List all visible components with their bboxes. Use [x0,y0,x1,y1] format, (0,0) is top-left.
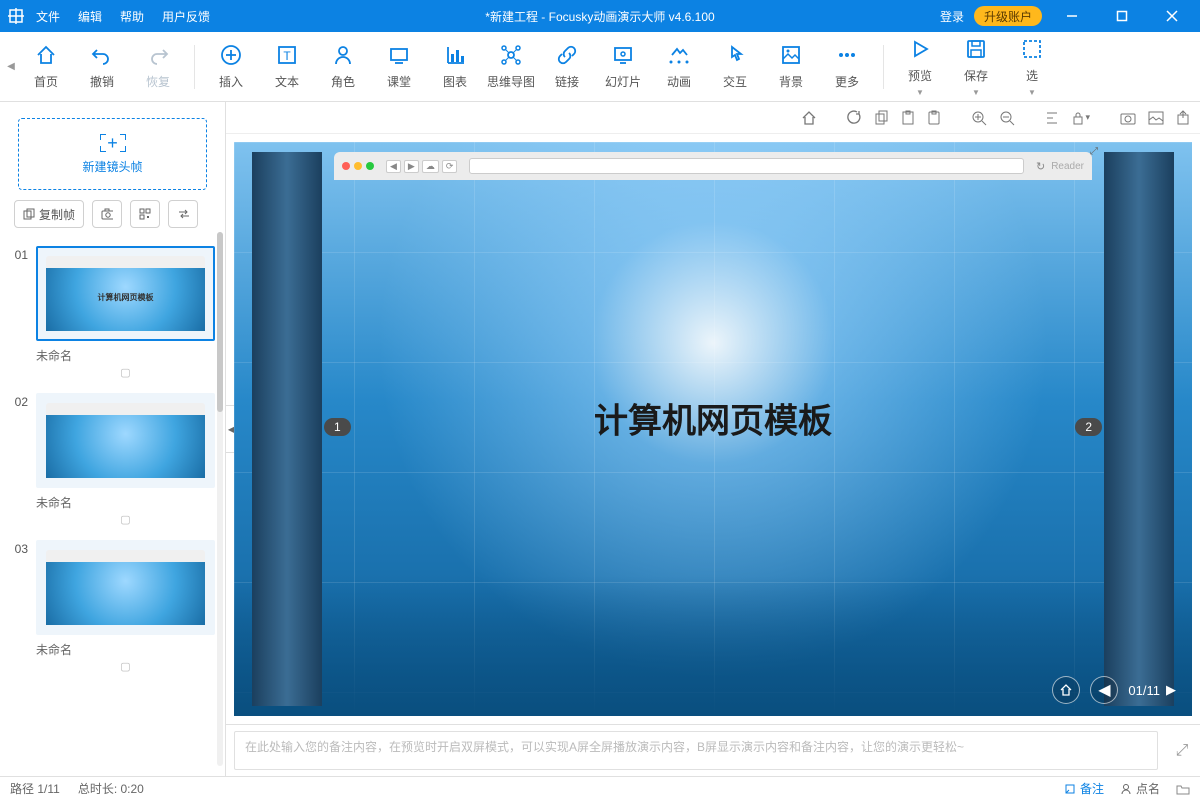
titlebar: 文件 编辑 帮助 用户反馈 *新建工程 - Focusky动画演示大师 v4.6… [0,0,1200,32]
slide-thumbnail[interactable]: 03 未命名 ▢ [10,540,215,681]
new-frame-label: 新建镜头帧 [82,158,142,175]
toolbar-overflow-fade [1170,32,1200,101]
toolbar-class-button[interactable]: 课堂 [371,37,427,97]
status-path: 路径 1/11 [10,780,60,797]
timer-icon: ▢ [36,511,215,534]
nav-prev-button[interactable]: ◀ [1090,676,1118,704]
minimize-button[interactable] [1052,0,1092,32]
menu-feedback[interactable]: 用户反馈 [162,8,210,25]
menu-bar: 文件 编辑 帮助 用户反馈 [36,8,210,25]
toolbar-bg-button[interactable]: 背景 [763,37,819,97]
slide-number: 02 [10,393,28,534]
slide-sidebar: + 新建镜头帧 复制帧 01 计算机网页模板 未命名 ▢ 02 未命名 ▢ 03… [0,102,226,776]
toolbar-select-button[interactable]: 选▼ [1004,37,1060,97]
toolbar-save-button[interactable]: 保存▼ [948,37,1004,97]
rotate-left-icon[interactable] [847,110,863,126]
home-icon[interactable] [801,110,817,126]
toolbar-preview-button[interactable]: 预览▼ [892,37,948,97]
zoom-out-icon[interactable] [999,110,1015,126]
svg-text:T: T [283,49,291,63]
toolbar-mindmap-button[interactable]: 思维导图 [483,37,539,97]
expand-icon: ⤢ [1090,146,1098,157]
swap-button[interactable] [168,200,198,228]
notes-expand-button[interactable]: ⤢ [1164,725,1200,776]
export-icon[interactable] [1176,110,1190,126]
slide-number: 03 [10,540,28,681]
new-frame-button[interactable]: + 新建镜头帧 [18,118,207,190]
slide-headline[interactable]: 计算机网页模板 [234,393,1192,442]
toolbar-home-button[interactable]: 首页 [18,37,74,97]
toolbar-chart-button[interactable]: 图表 [427,37,483,97]
notes-input[interactable]: 在此处输入您的备注内容，在预览时开启双屏模式，可以实现A屏全屏播放演示内容，B屏… [234,731,1158,770]
copy-icon[interactable] [875,110,889,126]
menu-file[interactable]: 文件 [36,8,60,25]
slide-title: 未命名 [36,641,215,658]
browser-chrome-mock: ◀▶☁⟳ ↻ Reader ⤢ [334,152,1092,180]
maximize-button[interactable] [1102,0,1142,32]
menu-help[interactable]: 帮助 [120,8,144,25]
lock-icon[interactable]: ▾ [1071,110,1090,126]
toolbar-anim-button[interactable]: 动画 [651,37,707,97]
status-folder-icon[interactable] [1176,783,1190,795]
clipboard-icon[interactable] [927,110,941,126]
close-button[interactable] [1152,0,1192,32]
notes-bar: 在此处输入您的备注内容，在预览时开启双屏模式，可以实现A屏全屏播放演示内容，B屏… [226,724,1200,776]
toolbar-slide-button[interactable]: 幻灯片 [595,37,651,97]
stage[interactable]: ◀▶☁⟳ ↻ Reader ⤢ 1 2 计算机网页模板 ◀ 01/11▶ [234,142,1192,716]
menu-edit[interactable]: 编辑 [78,8,102,25]
page-indicator: 01/11 [1128,683,1160,698]
qr-button[interactable] [130,200,160,228]
upgrade-button[interactable]: 升级账户 [974,6,1042,26]
attention-link[interactable]: 点名 [1120,780,1160,797]
camera-icon[interactable] [1120,111,1136,125]
copy-frame-button[interactable]: 复制帧 [14,200,84,228]
toolbar-separator [194,45,195,89]
nav-home-button[interactable] [1052,676,1080,704]
login-link[interactable]: 登录 [940,8,964,25]
window-title: *新建工程 - Focusky动画演示大师 v4.6.100 [485,8,714,25]
toolbar-interact-button[interactable]: 交互 [707,37,763,97]
canvas-nav: ◀ 01/11▶ [1052,676,1176,704]
canvas-toolbar: ▾ [226,102,1200,134]
app-logo [0,8,32,24]
sidebar-tools: 复制帧 [0,200,225,238]
slide-thumbnail[interactable]: 01 计算机网页模板 未命名 ▢ [10,246,215,387]
toolbar-redo-button[interactable]: 恢复 [130,37,186,97]
canvas-area: ▾ ◀ ◀▶☁⟳ ↻ Reader ⤢ 1 [226,102,1200,776]
zoom-in-icon[interactable] [971,110,987,126]
toolbar-undo-button[interactable]: 撤销 [74,37,130,97]
camera-button[interactable] [92,200,122,228]
toolbar-role-button[interactable]: 角色 [315,37,371,97]
slide-title: 未命名 [36,347,215,364]
toolbar-insert-button[interactable]: 插入 [203,37,259,97]
slide-number: 01 [10,246,28,387]
toolbar-more-button[interactable]: 更多 [819,37,875,97]
status-duration: 总时长: 0:20 [78,780,144,797]
slide-list: 01 计算机网页模板 未命名 ▢ 02 未命名 ▢ 03 未命名 ▢ [0,238,225,776]
statusbar: 路径 1/11 总时长: 0:20 备注 点名 [0,776,1200,800]
slide-thumbnail[interactable]: 02 未命名 ▢ [10,393,215,534]
toolbar-link-button[interactable]: 链接 [539,37,595,97]
toolbar: ◀ 首页撤销恢复 插入T文本角色课堂图表思维导图链接幻灯片动画交互背景更多 预览… [0,32,1200,102]
screenshot-icon[interactable] [1148,111,1164,125]
align-icon[interactable] [1045,110,1059,126]
notes-link[interactable]: 备注 [1064,780,1104,797]
timer-icon: ▢ [36,364,215,387]
toolbar-text-button[interactable]: T文本 [259,37,315,97]
canvas-viewport[interactable]: ◀ ◀▶☁⟳ ↻ Reader ⤢ 1 2 计算机网页模板 [226,134,1200,724]
timer-icon: ▢ [36,658,215,681]
toolbar-collapse-left[interactable]: ◀ [4,32,18,102]
slide-title: 未命名 [36,494,215,511]
sidebar-scrollbar[interactable] [217,232,223,766]
toolbar-separator [883,45,884,89]
paste-icon[interactable] [901,110,915,126]
